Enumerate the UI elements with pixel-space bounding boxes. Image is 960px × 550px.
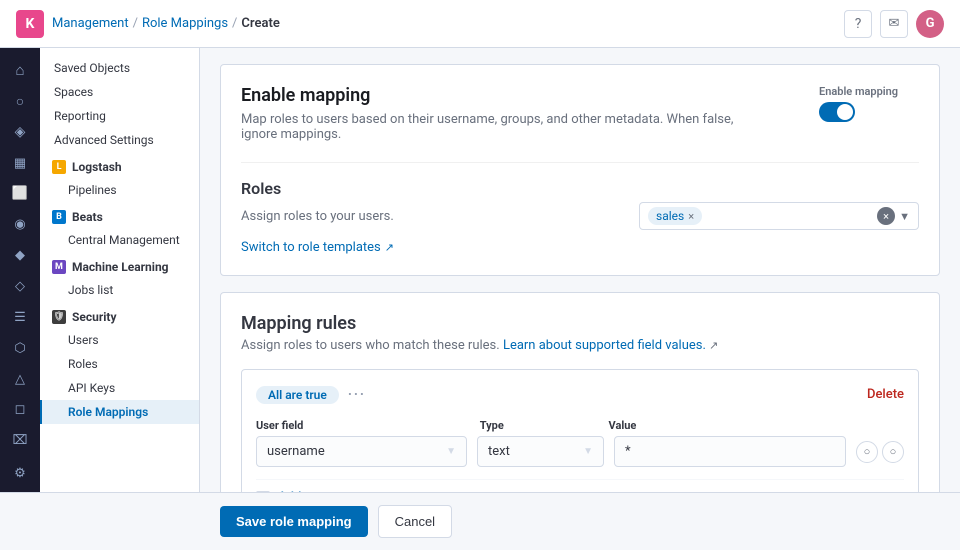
all-are-true-badge: All are true ⋯ (256, 384, 365, 405)
sidebar-group-beats[interactable]: B Beats (40, 202, 199, 228)
nav-apm-icon[interactable]: ⬡ (4, 334, 36, 363)
main-layout: ⌂ ○ ◈ ▦ ⬜ ◉ ◆ ◇ ☰ ⬡ △ ◻ ⌧ ⚙ Saved Object… (0, 48, 960, 492)
nav-home-icon[interactable]: ⌂ (4, 56, 36, 85)
nav-discover-icon[interactable]: ○ (4, 87, 36, 116)
logstash-group-icon: L (52, 160, 66, 174)
nav-dev-icon[interactable]: ⌧ (4, 426, 36, 455)
mapping-rules-title: Mapping rules (241, 313, 919, 334)
external-link-icon-2: ↗ (709, 339, 718, 352)
sidebar-item-users[interactable]: Users (40, 328, 199, 352)
roles-title: Roles (241, 179, 919, 198)
roles-chevron-icon[interactable]: ▼ (899, 210, 910, 223)
nav-visualize-icon[interactable]: ◈ (4, 118, 36, 147)
switch-to-role-templates-link[interactable]: Switch to role templates ↗ (241, 240, 394, 255)
icon-nav: ⌂ ○ ◈ ▦ ⬜ ◉ ◆ ◇ ☰ ⬡ △ ◻ ⌧ ⚙ (0, 48, 40, 492)
enable-mapping-desc: Map roles to users based on their userna… (241, 112, 761, 142)
ml-group-icon: M (52, 260, 66, 274)
nav-dashboard-icon[interactable]: ▦ (4, 149, 36, 178)
sidebar-group-security[interactable]: 🛡 Security (40, 302, 199, 328)
enable-mapping-title: Enable mapping (241, 85, 761, 106)
sidebar-item-role-mappings[interactable]: Role Mappings (40, 400, 199, 424)
sidebar-item-pipelines[interactable]: Pipelines (40, 178, 199, 202)
sidebar-item-jobs-list[interactable]: Jobs list (40, 278, 199, 302)
sidebar-item-central-management[interactable]: Central Management (40, 228, 199, 252)
sidebar-item-reporting[interactable]: Reporting (40, 104, 199, 128)
nav-ml-icon[interactable]: ◆ (4, 241, 36, 270)
breadcrumb-sep-1: / (133, 16, 138, 31)
nav-siem-icon[interactable]: ◻ (4, 395, 36, 424)
roles-section: Roles Assign roles to your users. sales … (241, 162, 919, 255)
breadcrumb-sep-2: / (232, 16, 237, 31)
logstash-group-label: Logstash (72, 160, 122, 174)
rule-box: All are true ⋯ Delete User field Type Va… (241, 369, 919, 492)
nav-management-icon[interactable]: ⚙ (4, 459, 36, 488)
external-link-icon: ↗ (385, 241, 394, 254)
sidebar-group-machine-learning[interactable]: M Machine Learning (40, 252, 199, 278)
user-field-dropdown-icon: ▼ (446, 446, 456, 457)
type-col-label: Type (480, 419, 599, 432)
topbar-mail-icon[interactable]: ✉ (880, 10, 908, 38)
nav-maps-icon[interactable]: ◉ (4, 210, 36, 239)
roles-input-container[interactable]: sales × × ▼ (639, 202, 919, 230)
type-dropdown-icon: ▼ (583, 446, 593, 457)
enable-mapping-card: Enable mapping Map roles to users based … (220, 64, 940, 276)
add-rule-row: Add (256, 479, 904, 492)
nav-graph-icon[interactable]: ◇ (4, 272, 36, 301)
rule-action-1-icon[interactable]: ○ (856, 441, 878, 463)
type-input[interactable]: text ▼ (477, 436, 604, 467)
roles-clear-icon[interactable]: × (877, 207, 895, 225)
rule-row: username ▼ text ▼ * ○ ○ (256, 436, 904, 467)
security-group-label: Security (72, 310, 117, 324)
sidebar-item-api-keys[interactable]: API Keys (40, 376, 199, 400)
user-field-col-label: User field (256, 419, 470, 432)
sidebar-group-logstash[interactable]: L Logstash (40, 152, 199, 178)
nav-uptime-icon[interactable]: △ (4, 365, 36, 394)
roles-desc: Assign roles to your users. (241, 209, 394, 224)
breadcrumb-create: Create (241, 16, 279, 31)
sidebar: Saved Objects Spaces Reporting Advanced … (40, 48, 200, 492)
breadcrumb-management[interactable]: Management (52, 16, 129, 31)
all-true-label: All are true (256, 386, 339, 404)
toggle-dot (837, 104, 853, 120)
learn-about-link[interactable]: Learn about supported field values. (503, 338, 706, 353)
topbar: K Management / Role Mappings / Create ? … (0, 0, 960, 48)
content-area: Enable mapping Map roles to users based … (200, 48, 960, 492)
enable-mapping-label: Enable mapping (819, 85, 898, 98)
breadcrumb: Management / Role Mappings / Create (52, 16, 280, 31)
rule-action-2-icon[interactable]: ○ (882, 441, 904, 463)
roles-tag: sales × (648, 207, 702, 225)
save-role-mapping-button[interactable]: Save role mapping (220, 506, 368, 537)
sidebar-item-roles[interactable]: Roles (40, 352, 199, 376)
beats-group-icon: B (52, 210, 66, 224)
cancel-button[interactable]: Cancel (378, 505, 452, 538)
breadcrumb-role-mappings[interactable]: Role Mappings (142, 16, 228, 31)
enable-mapping-toggle[interactable] (819, 102, 855, 122)
nav-stack-icon[interactable]: ☰ (4, 303, 36, 332)
mapping-rules-desc: Assign roles to users who match these ru… (241, 338, 919, 353)
value-col-label: Value (609, 419, 847, 432)
topbar-avatar[interactable]: G (916, 10, 944, 38)
badge-menu-icon[interactable]: ⋯ (347, 384, 365, 405)
type-value: text (488, 444, 510, 459)
roles-tag-remove-icon[interactable]: × (688, 210, 694, 223)
ml-group-label: Machine Learning (72, 260, 169, 274)
bottom-bar: Save role mapping Cancel (0, 492, 960, 550)
value-field-value: * (625, 444, 631, 459)
security-group-icon: 🛡 (52, 310, 66, 324)
app-logo: K (16, 10, 44, 38)
topbar-help-icon[interactable]: ? (844, 10, 872, 38)
delete-rule-button[interactable]: Delete (867, 387, 904, 402)
sidebar-item-advanced-settings[interactable]: Advanced Settings (40, 128, 199, 152)
nav-canvas-icon[interactable]: ⬜ (4, 179, 36, 208)
rule-header: All are true ⋯ Delete (256, 384, 904, 405)
user-field-value: username (267, 444, 325, 459)
sidebar-item-saved-objects[interactable]: Saved Objects (40, 56, 199, 80)
beats-group-label: Beats (72, 210, 103, 224)
sidebar-item-spaces[interactable]: Spaces (40, 80, 199, 104)
user-field-input[interactable]: username ▼ (256, 436, 467, 467)
value-input[interactable]: * (614, 436, 846, 467)
rule-columns-header: User field Type Value (256, 419, 904, 432)
mapping-rules-card: Mapping rules Assign roles to users who … (220, 292, 940, 492)
roles-tag-value: sales (656, 209, 684, 223)
